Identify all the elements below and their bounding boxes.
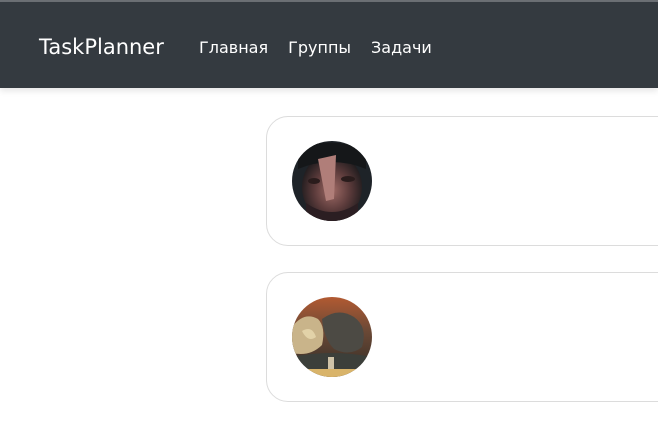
avatar [292,141,372,221]
group-card[interactable] [266,272,658,402]
top-navbar: TaskPlanner Главная Группы Задачи [0,2,658,88]
avatar [292,297,372,377]
nav-link-tasks[interactable]: Задачи [371,38,432,58]
nav-link-home[interactable]: Главная [199,38,268,58]
group-card[interactable] [266,116,658,246]
user-photo-image [292,141,372,221]
brand-logo[interactable]: TaskPlanner [39,34,164,60]
nav-links: Главная Группы Задачи [199,38,432,58]
nav-link-groups[interactable]: Группы [288,38,351,58]
painting-photo-image [292,297,372,377]
